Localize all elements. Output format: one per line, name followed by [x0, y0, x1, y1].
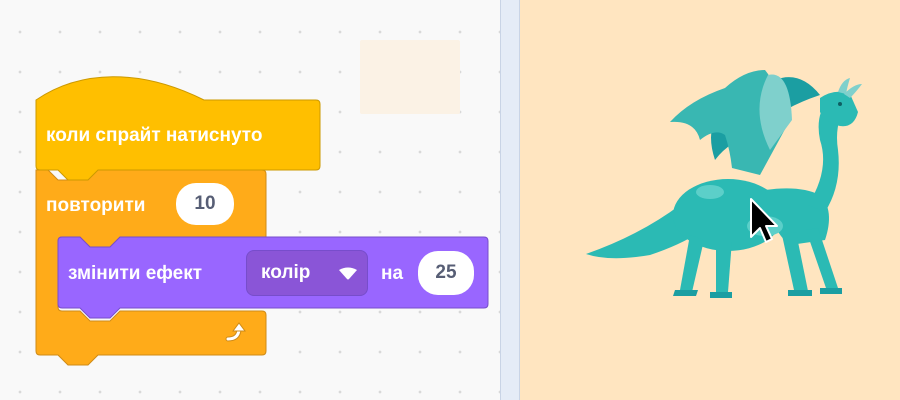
dragon-sprite[interactable] [520, 0, 900, 400]
repeat-count-input[interactable]: 10 [176, 183, 234, 225]
repeat-block-label: повторити [46, 195, 146, 216]
code-workspace[interactable]: коли спрайт натиснуто повторити 10 зміни… [0, 0, 500, 400]
mouse-pointer-icon [748, 196, 778, 248]
hat-block-label: коли спрайт натиснуто [46, 125, 263, 146]
effect-dropdown[interactable]: колір [246, 250, 368, 296]
stage[interactable] [520, 0, 900, 400]
panel-divider[interactable] [500, 0, 520, 400]
dropdown-triangle-icon [337, 266, 359, 282]
effect-dropdown-value: колір [261, 262, 311, 283]
change-effect-label: змінити ефект [68, 263, 203, 284]
change-effect-by-label: на [381, 263, 404, 284]
effect-amount-input[interactable]: 25 [418, 251, 474, 295]
loop-arrow-icon [224, 321, 248, 343]
